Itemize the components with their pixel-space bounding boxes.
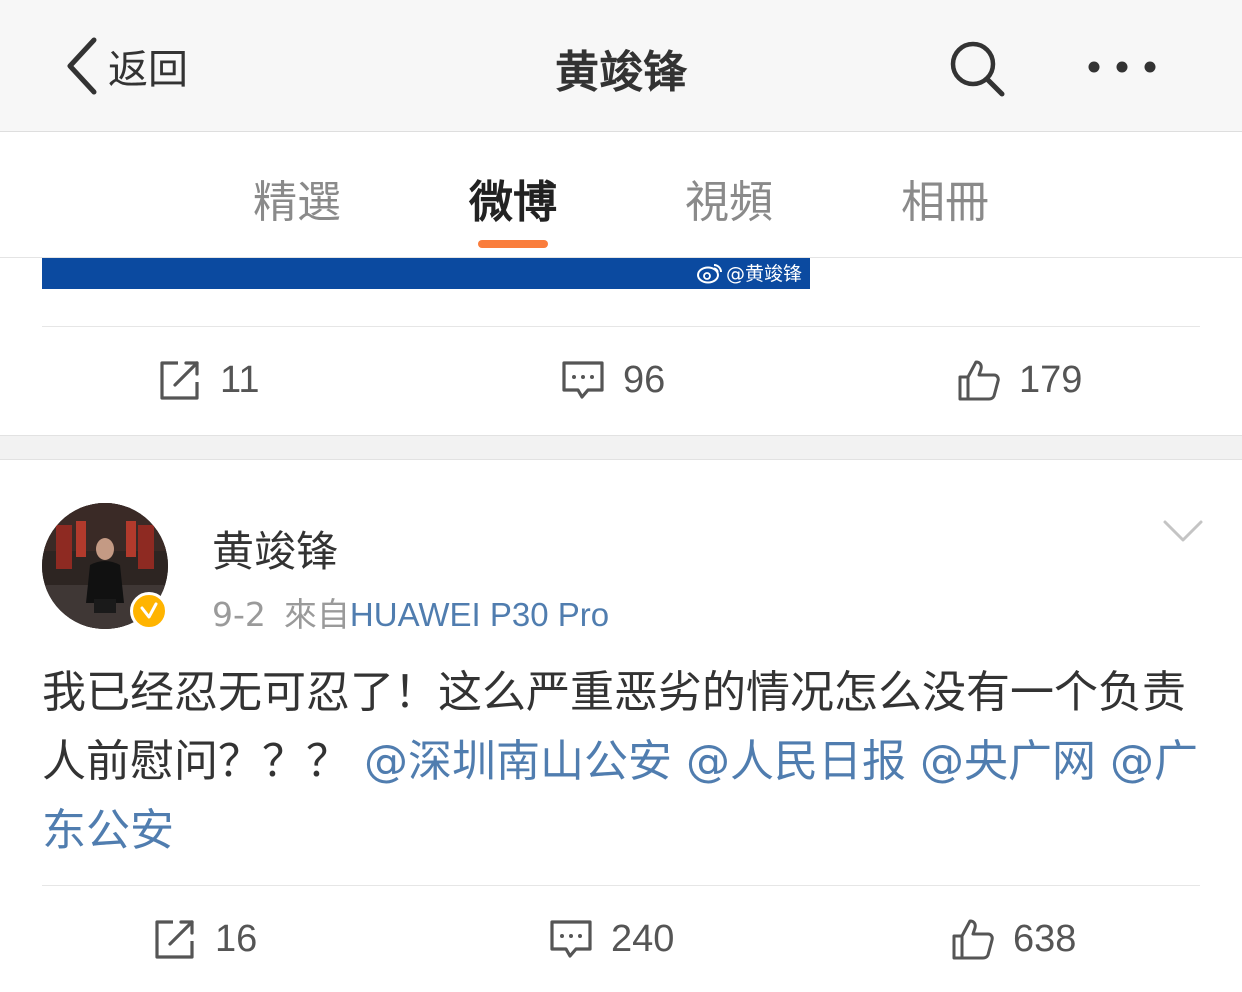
source-prefix: 來自 xyxy=(283,595,350,634)
repost-button[interactable]: 11 xyxy=(158,358,259,402)
comment-count: 240 xyxy=(611,917,675,960)
chevron-down-icon[interactable] xyxy=(1162,518,1204,544)
profile-tabs: 精選 微博 視頻 相冊 xyxy=(0,132,1242,258)
post-text: 我已经忍无可忍了！这么严重恶劣的情况怎么没有一个负责人前慰问？？？ @深圳南山公… xyxy=(42,658,1202,865)
repost-icon xyxy=(155,920,194,959)
repost-count: 11 xyxy=(220,358,260,401)
like-button[interactable]: 638 xyxy=(951,917,1076,961)
tab-albums[interactable]: 相冊 xyxy=(875,166,1015,230)
weibo-logo-icon xyxy=(696,263,722,283)
verified-badge xyxy=(130,592,168,630)
text-space xyxy=(1096,736,1110,787)
repost-button[interactable]: 16 xyxy=(153,917,257,961)
watermark-text: @黄竣锋 xyxy=(725,263,802,285)
comment-icon xyxy=(562,361,604,399)
thumbs-up-icon xyxy=(952,919,994,960)
tab-videos[interactable]: 視頻 xyxy=(659,166,799,230)
mention-link[interactable]: @深圳南山公安 xyxy=(364,736,672,787)
feed-separator xyxy=(0,435,1242,460)
comment-button[interactable]: 240 xyxy=(549,917,674,961)
image-watermark: @黄竣锋 xyxy=(696,259,802,286)
thumbs-up-icon xyxy=(958,360,1000,401)
text-space xyxy=(906,736,920,787)
more-dots-icon[interactable] xyxy=(1086,52,1158,82)
post-date: 9-2 xyxy=(212,595,266,634)
top-nav-bar: 返回 黄竣锋 xyxy=(0,0,1242,132)
post-source[interactable]: HUAWEI P30 Pro xyxy=(350,596,609,633)
mention-link[interactable]: @央广网 xyxy=(920,736,1096,787)
author-name[interactable]: 黄竣锋 xyxy=(212,518,338,579)
tab-featured[interactable]: 精選 xyxy=(227,166,367,230)
like-count: 638 xyxy=(1013,917,1077,960)
back-button[interactable]: 返回 xyxy=(62,36,188,96)
divider xyxy=(42,885,1200,886)
repost-icon xyxy=(160,361,199,400)
like-count: 179 xyxy=(1019,358,1083,401)
check-icon xyxy=(140,602,158,619)
back-label: 返回 xyxy=(108,47,188,93)
comment-button[interactable]: 96 xyxy=(561,358,665,402)
repost-count: 16 xyxy=(215,917,258,960)
text-space xyxy=(672,736,686,787)
search-icon[interactable] xyxy=(946,38,1010,98)
previous-post-image[interactable]: @黄竣锋 xyxy=(42,258,810,289)
comment-icon xyxy=(550,920,592,958)
chevron-left-icon xyxy=(67,37,97,95)
like-button[interactable]: 179 xyxy=(957,358,1082,402)
mention-link[interactable]: @人民日报 xyxy=(686,736,906,787)
post-meta: 9-2 來自HUAWEI P30 Pro xyxy=(212,588,609,636)
comment-count: 96 xyxy=(623,358,666,401)
divider xyxy=(42,326,1200,327)
tab-weibo[interactable]: 微博 xyxy=(443,166,583,230)
active-tab-indicator xyxy=(478,240,548,248)
